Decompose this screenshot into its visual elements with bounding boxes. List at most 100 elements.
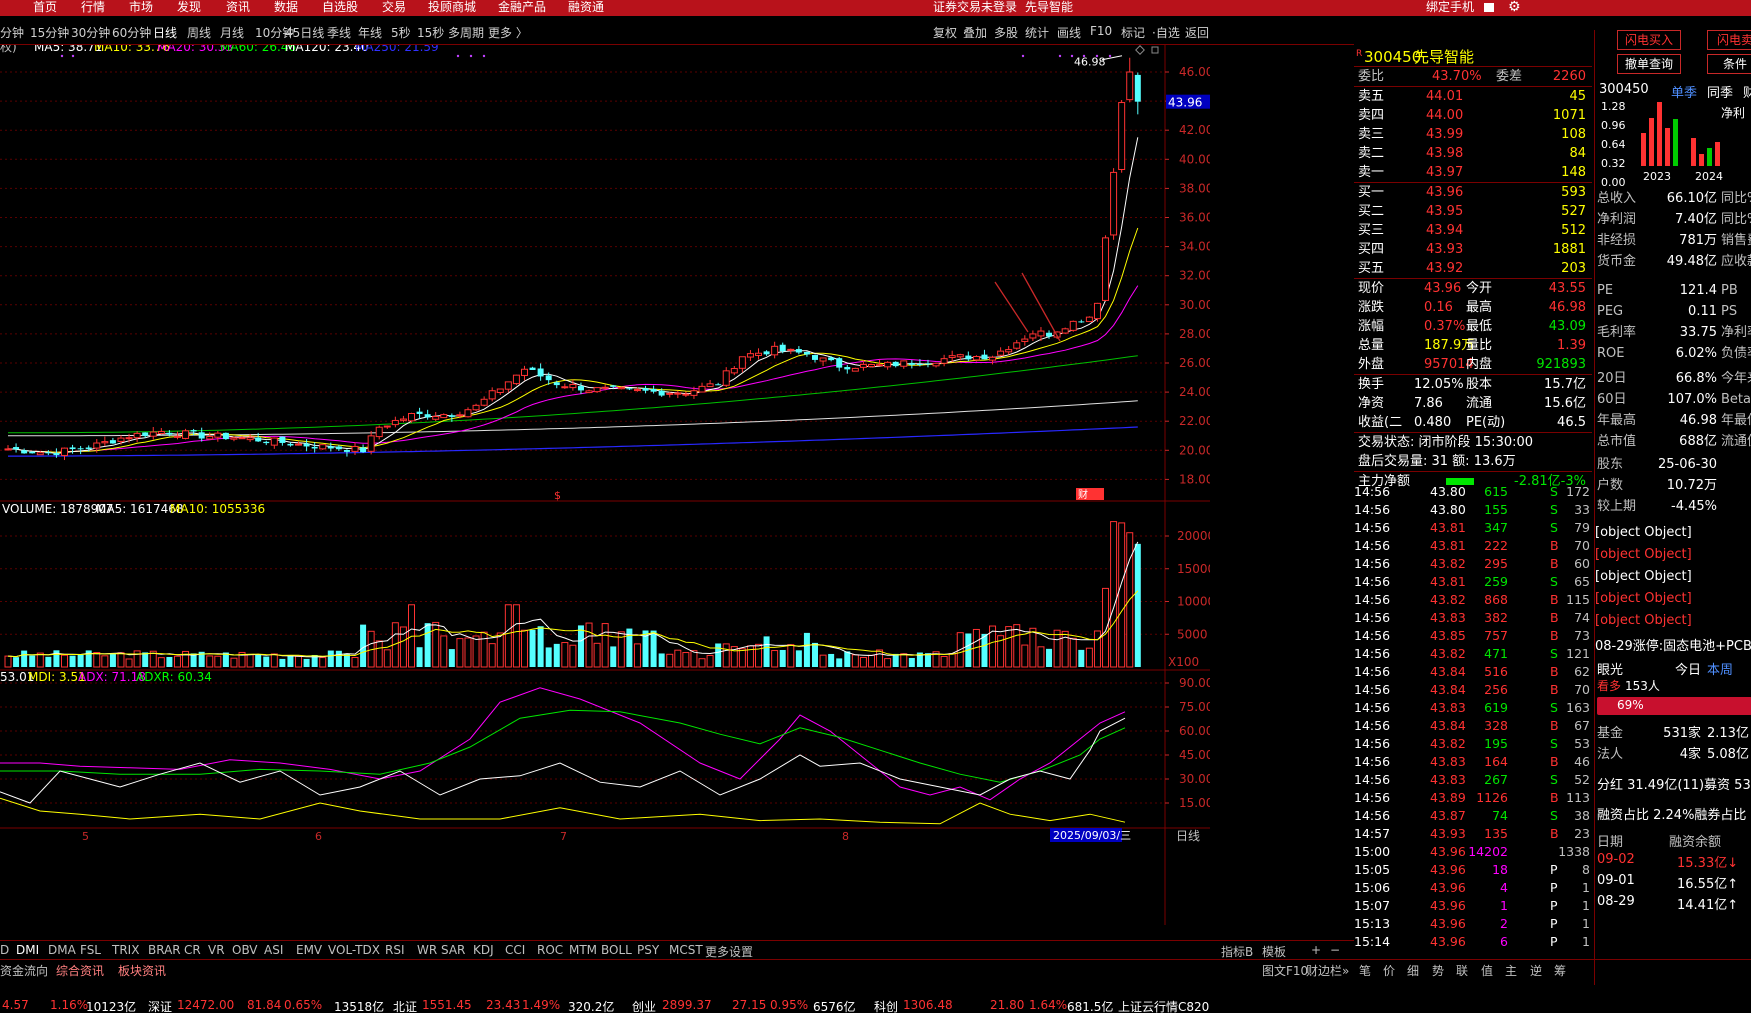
bottom-right-9[interactable]: 逆 (1530, 962, 1542, 979)
indicator-tab-21[interactable]: MCST (669, 943, 703, 957)
period-10[interactable]: 年线 (358, 24, 382, 41)
bottom-right-0[interactable]: 图文F10 (1262, 962, 1308, 979)
indicator-tab-2[interactable]: DMA (48, 943, 76, 957)
ask-row-3[interactable]: 卖二 43.98 84 (1354, 144, 1592, 163)
menu-item-9[interactable]: 金融产品 (498, 0, 546, 15)
bottom-right-4[interactable]: 细 (1407, 962, 1419, 979)
kline-chart-area[interactable]: 46.0044.0042.0040.0038.0036.0034.0032.00… (0, 45, 1210, 940)
bottom-right-2[interactable]: 笔 (1359, 962, 1371, 979)
flash-sell-button[interactable]: 闪电卖 (1707, 30, 1751, 50)
indicator-tab-3[interactable]: FSL (80, 943, 101, 957)
menu-item-1[interactable]: 行情 (81, 0, 105, 15)
period-4[interactable]: 日线 (153, 24, 177, 41)
ask-row-0[interactable]: 卖五 44.01 45 (1354, 87, 1592, 106)
bottom-right-3[interactable]: 价 (1383, 962, 1395, 979)
indicator-tab-10[interactable]: EMV (296, 943, 322, 957)
indicator-tab-1[interactable]: DMI (16, 943, 39, 957)
indicator-tab-15[interactable]: KDJ (473, 943, 494, 957)
indicator-tab-19[interactable]: BOLL (601, 943, 632, 957)
eye-tab-today[interactable]: 今日 (1675, 659, 1701, 678)
indicator-tab-23[interactable]: 设置 (729, 943, 753, 960)
bottom-right-8[interactable]: 主 (1505, 962, 1517, 979)
indicator-tab-11[interactable]: VOL-TDX (328, 943, 380, 957)
indicator-tab-14[interactable]: SAR (441, 943, 465, 957)
flash-buy-button[interactable]: 闪电买入 (1617, 30, 1681, 50)
indicator-tab-4[interactable]: TRIX (112, 943, 139, 957)
grid-icon[interactable] (1482, 1, 1496, 14)
chart-tool-1[interactable]: 叠加 (963, 24, 987, 41)
indicator-tab-13[interactable]: WR (417, 943, 437, 957)
indicator-tab-16[interactable]: CCI (505, 943, 525, 957)
news-item[interactable]: [object Object] (1595, 565, 1751, 589)
news-item[interactable]: [object Object] (1595, 521, 1751, 545)
news-item[interactable]: [object Object] (1595, 609, 1751, 633)
bind-phone[interactable]: 绑定手机 (1426, 0, 1474, 15)
bottom-tab-0[interactable]: 资金流向 (0, 962, 48, 979)
bid-row-4[interactable]: 买五 43.92 203 (1354, 259, 1592, 278)
indicator-tab-22[interactable]: 更多 (705, 943, 729, 960)
menu-item-7[interactable]: 交易 (382, 0, 406, 15)
tab-single-quarter[interactable]: 单季 (1671, 82, 1697, 101)
chart-tool-7[interactable]: ·自选 (1152, 24, 1180, 41)
limit-up-note[interactable]: 08-29涨停:固态电池+PCB (1595, 635, 1751, 659)
bid-row-1[interactable]: 买二 43.95 527 (1354, 202, 1592, 221)
period-12[interactable]: 15秒 (417, 24, 444, 41)
period-11[interactable]: 5秒 (391, 24, 411, 41)
indicator-tab-6[interactable]: CR (184, 943, 201, 957)
bottom-right-10[interactable]: 筹 (1554, 962, 1566, 979)
menu-item-3[interactable]: 发现 (177, 0, 201, 15)
period-3[interactable]: 60分钟 (112, 24, 151, 41)
eye-tab-week[interactable]: 本周 (1707, 659, 1733, 678)
news-item[interactable]: [object Object] (1595, 587, 1751, 611)
bid-row-3[interactable]: 买四 43.93 1881 (1354, 240, 1592, 259)
bid-row-0[interactable]: 买一 43.96 593 (1354, 183, 1592, 202)
period-14[interactable]: 更多 〉 (488, 24, 528, 41)
menu-item-10[interactable]: 融资通 (568, 0, 604, 15)
ask-row-4[interactable]: 卖一 43.97 148 (1354, 163, 1592, 182)
period-5[interactable]: 周线 (187, 24, 211, 41)
menu-item-5[interactable]: 数据 (274, 0, 298, 15)
period-8[interactable]: 45日线 (285, 24, 324, 41)
indicator-tab-5[interactable]: BRAR (148, 943, 181, 957)
bottom-tab-1[interactable]: 综合资讯 (56, 962, 104, 979)
indicator-tab-17[interactable]: ROC (537, 943, 563, 957)
bottom-right-7[interactable]: 值 (1481, 962, 1493, 979)
indicator-tab-8[interactable]: OBV (232, 943, 258, 957)
menu-item-4[interactable]: 资讯 (226, 0, 250, 15)
tick-list[interactable]: 14:56 43.80 615 S 172 14:56 43.80 155 S 33 14:56 43… (1354, 483, 1592, 951)
bottom-right-6[interactable]: 联 (1456, 962, 1468, 979)
period-2[interactable]: 30分钟 (71, 24, 110, 41)
ask-row-2[interactable]: 卖三 43.99 108 (1354, 125, 1592, 144)
chart-tool-0[interactable]: 复权 (933, 24, 957, 41)
indicator-right-0[interactable]: 指标B (1221, 943, 1253, 960)
indicator-right-2[interactable]: + (1311, 943, 1321, 957)
chart-tool-5[interactable]: F10 (1090, 24, 1112, 38)
menu-item-0[interactable]: 首页 (33, 0, 57, 15)
chart-tool-3[interactable]: 统计 (1025, 24, 1049, 41)
period-13[interactable]: 多周期 (448, 24, 484, 41)
chart-tool-6[interactable]: 标记 (1121, 24, 1145, 41)
menu-item-2[interactable]: 市场 (129, 0, 153, 15)
period-0[interactable]: 分钟 (0, 24, 24, 41)
indicator-tab-20[interactable]: PSY (637, 943, 659, 957)
indicator-tab-9[interactable]: ASI (264, 943, 283, 957)
ask-row-1[interactable]: 卖四 44.00 1071 (1354, 106, 1592, 125)
indicator-tab-12[interactable]: RSI (385, 943, 405, 957)
chart-tool-8[interactable]: 返回 (1185, 24, 1209, 41)
indicator-tab-7[interactable]: VR (208, 943, 225, 957)
tab-same-quarter[interactable]: 同季 (1707, 82, 1733, 101)
bottom-right-5[interactable]: 势 (1432, 962, 1444, 979)
bid-row-2[interactable]: 买三 43.94 512 (1354, 221, 1592, 240)
menu-item-8[interactable]: 投顾商城 (428, 0, 476, 15)
cancel-query-button[interactable]: 撤单查询 (1617, 54, 1681, 74)
menu-item-6[interactable]: 自选股 (322, 0, 358, 15)
tab-fin[interactable]: 财 (1743, 82, 1751, 101)
period-9[interactable]: 季线 (327, 24, 351, 41)
news-item[interactable]: [object Object] (1595, 543, 1751, 567)
indicator-tab-18[interactable]: MTM (569, 943, 597, 957)
period-6[interactable]: 月线 (220, 24, 244, 41)
bottom-tab-2[interactable]: 板块资讯 (118, 962, 166, 979)
gear-icon[interactable]: ⚙ (1508, 0, 1521, 15)
indicator-right-1[interactable]: 模板 (1262, 943, 1286, 960)
chart-tool-4[interactable]: 画线 (1057, 24, 1081, 41)
